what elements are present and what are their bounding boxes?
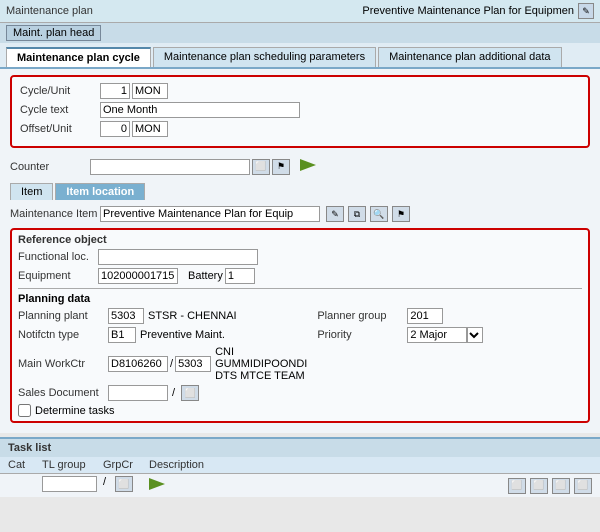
offset-unit-label: Offset/Unit xyxy=(20,123,100,135)
counter-flag-icon[interactable]: ⚑ xyxy=(272,159,290,175)
maint-copy-icon[interactable]: ⧉ xyxy=(348,206,366,222)
top-bar-right: Preventive Maintenance Plan for Equipmen… xyxy=(362,3,594,19)
green-arrow-icon xyxy=(298,156,318,177)
task-cat-cell xyxy=(8,476,36,495)
notifctn-type-row: Notifctn type Preventive Maint. xyxy=(18,327,307,343)
ref-obj-planning-section: Reference object Functional loc. Equipme… xyxy=(10,228,590,423)
main-workctr-label: Main WorkCtr xyxy=(18,358,108,370)
planning-data-title: Planning data xyxy=(18,293,582,305)
sales-document-label: Sales Document xyxy=(18,387,108,399)
maintenance-item-label: Maintenance Item xyxy=(10,208,100,220)
tab-item[interactable]: Item xyxy=(10,183,53,200)
col-description: Description xyxy=(149,459,269,471)
planning-col-right: Planner group Priority ▼ xyxy=(317,308,582,417)
task-tl-group-input[interactable] xyxy=(42,476,97,492)
main-content: Cycle/Unit MON Cycle text Offset/Unit MO… xyxy=(0,69,600,433)
counter-label: Counter xyxy=(10,161,90,173)
planner-group-label: Planner group xyxy=(317,310,407,322)
item-tabs-row: Item Item location xyxy=(10,183,590,200)
task-list-bar: Task list xyxy=(0,437,600,457)
col-cat: Cat xyxy=(8,459,36,471)
tab-scheduling[interactable]: Maintenance plan scheduling parameters xyxy=(153,47,376,67)
planning-plant-label: Planning plant xyxy=(18,310,108,322)
main-workctr-name: CNI GUMMIDIPOONDI DTS MTCE TEAM xyxy=(215,346,307,382)
counter-row: Counter ⬜ ⚑ xyxy=(10,156,590,177)
task-data-row: / ⬜ ⬜ ⬜ ⬜ ⬜ xyxy=(0,474,600,497)
col-grpcr: GrpCr xyxy=(103,459,143,471)
offset-unit-input[interactable] xyxy=(100,121,130,137)
maint-flag-icon[interactable]: ⚑ xyxy=(392,206,410,222)
planning-plant-name: STSR - CHENNAI xyxy=(148,310,237,322)
col-tl-group: TL group xyxy=(42,459,97,471)
planning-col-left: Planning plant STSR - CHENNAI Notifctn t… xyxy=(18,308,307,417)
maintenance-item-row: Maintenance Item Preventive Maintenance … xyxy=(10,206,590,222)
tab-additional[interactable]: Maintenance plan additional data xyxy=(378,47,561,67)
sales-document-row: Sales Document / ⬜ xyxy=(18,385,307,401)
maintenance-plan-label: Maintenance plan xyxy=(6,5,93,17)
priority-row: Priority ▼ xyxy=(317,327,582,343)
functional-loc-row: Functional loc. xyxy=(18,249,582,265)
planner-group-input[interactable] xyxy=(407,308,443,324)
task-arrow-icon xyxy=(147,476,167,495)
equipment-input[interactable] xyxy=(98,268,178,284)
task-icon-3[interactable]: ⬜ xyxy=(552,478,570,494)
battery-input[interactable] xyxy=(225,268,255,284)
task-row-icons: ⬜ ⬜ ⬜ ⬜ xyxy=(506,476,592,495)
maint-search-icon[interactable]: 🔍 xyxy=(370,206,388,222)
determine-tasks-checkbox[interactable] xyxy=(18,404,31,417)
notifctn-type-name: Preventive Maint. xyxy=(140,329,225,341)
task-icon-1[interactable]: ⬜ xyxy=(508,478,526,494)
task-icon-2[interactable]: ⬜ xyxy=(530,478,548,494)
counter-search-icon[interactable]: ⬜ xyxy=(252,159,270,175)
sales-doc-icon[interactable]: ⬜ xyxy=(181,385,199,401)
priority-dropdown[interactable]: ▼ xyxy=(467,327,483,343)
cycle-text-input[interactable] xyxy=(100,102,300,118)
cycle-unit-row: Cycle/Unit MON xyxy=(20,83,580,99)
offset-unit-row: Offset/Unit MON xyxy=(20,121,580,137)
cycle-unit-label: Cycle/Unit xyxy=(20,85,100,97)
functional-loc-input[interactable] xyxy=(98,249,258,265)
battery-label: Battery xyxy=(188,270,223,282)
planner-group-row: Planner group xyxy=(317,308,582,324)
planning-two-col: Planning plant STSR - CHENNAI Notifctn t… xyxy=(18,308,582,417)
cycle-unit-input[interactable] xyxy=(100,83,130,99)
main-workctr-row: Main WorkCtr / CNI GUMMIDIPOONDI DTS MTC… xyxy=(18,346,307,382)
sales-document-input[interactable] xyxy=(108,385,168,401)
maintenance-item-icons: ✎ ⧉ 🔍 ⚑ xyxy=(324,206,410,222)
equipment-row: Equipment Battery xyxy=(18,268,582,284)
priority-input[interactable] xyxy=(407,327,467,343)
task-search-icon[interactable]: ⬜ xyxy=(115,476,133,492)
cycle-text-label: Cycle text xyxy=(20,104,100,116)
counter-input[interactable] xyxy=(90,159,250,175)
tab-cycle[interactable]: Maintenance plan cycle xyxy=(6,47,151,67)
planning-plant-input[interactable] xyxy=(108,308,144,324)
main-tabs-row: Maintenance plan cycle Maintenance plan … xyxy=(0,43,600,69)
tab-item-location[interactable]: Item location xyxy=(55,183,145,200)
task-icon-4[interactable]: ⬜ xyxy=(574,478,592,494)
notifctn-type-label: Notifctn type xyxy=(18,329,108,341)
cycle-text-row: Cycle text xyxy=(20,102,580,118)
offset-unit-unit: MON xyxy=(132,121,168,137)
ref-obj-title: Reference object xyxy=(18,234,582,246)
planning-plant-row: Planning plant STSR - CHENNAI xyxy=(18,308,307,324)
edit-icon[interactable]: ✎ xyxy=(578,3,594,19)
main-workctr-input1[interactable] xyxy=(108,356,168,372)
notifctn-type-input[interactable] xyxy=(108,327,136,343)
maint-edit-icon[interactable]: ✎ xyxy=(326,206,344,222)
maintenance-item-value: Preventive Maintenance Plan for Equip xyxy=(100,206,320,222)
maint-plan-head-button[interactable]: Maint. plan head xyxy=(6,25,101,41)
functional-loc-label: Functional loc. xyxy=(18,251,98,263)
task-col-headers: Cat TL group GrpCr Description xyxy=(0,457,600,474)
cycle-unit-unit: MON xyxy=(132,83,168,99)
priority-label: Priority xyxy=(317,329,407,341)
maintenance-plan-value: Preventive Maintenance Plan for Equipmen xyxy=(362,5,574,17)
top-bar: Maintenance plan Preventive Maintenance … xyxy=(0,0,600,23)
cycle-section: Cycle/Unit MON Cycle text Offset/Unit MO… xyxy=(10,75,590,148)
determine-tasks-label: Determine tasks xyxy=(35,405,114,417)
task-list-title: Task list xyxy=(8,442,51,454)
equipment-label: Equipment xyxy=(18,270,98,282)
determine-tasks-row: Determine tasks xyxy=(18,404,307,417)
nav-bar: Maint. plan head xyxy=(0,23,600,43)
main-workctr-input2[interactable] xyxy=(175,356,211,372)
